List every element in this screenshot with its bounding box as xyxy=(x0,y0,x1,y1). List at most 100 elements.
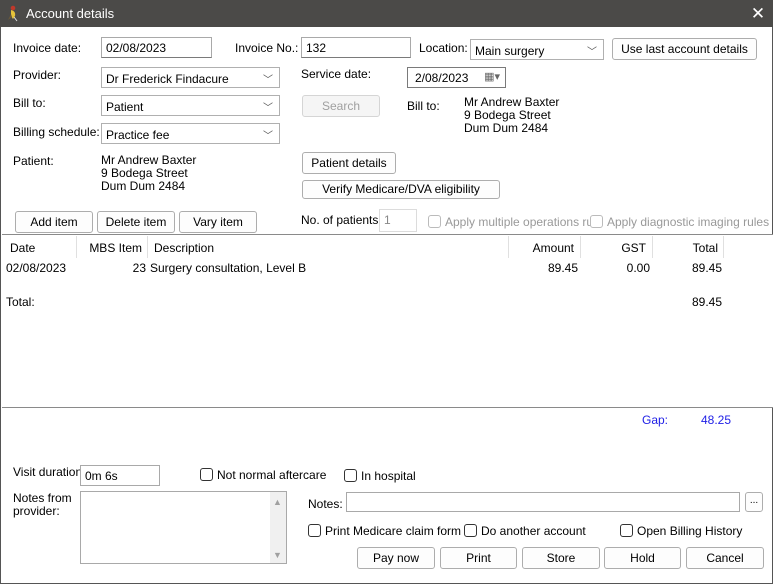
column-separator xyxy=(147,236,148,258)
search-button[interactable]: Search xyxy=(302,95,380,117)
total-value: 89.45 xyxy=(691,295,722,309)
chevron-down-icon: ﹀ xyxy=(263,75,273,86)
gap-value: 48.25 xyxy=(701,413,732,427)
scroll-up-icon[interactable]: ▲ xyxy=(273,497,282,507)
column-separator xyxy=(652,236,653,258)
bill-to-label: Bill to: xyxy=(13,96,46,110)
verify-medicare-dva-button[interactable]: Verify Medicare/DVA eligibility xyxy=(302,180,500,199)
account-details-window: Invoice date: 02/08/2023 Invoice No.: 13… xyxy=(0,27,773,584)
bill-to-select[interactable]: Patient ﹀ xyxy=(101,95,280,116)
cell-amount: 89.45 xyxy=(547,261,578,275)
notes-input[interactable] xyxy=(346,492,740,512)
print-medicare-claim-form-checkbox[interactable]: Print Medicare claim form xyxy=(308,524,461,538)
column-separator xyxy=(76,236,77,258)
bill-to-address: Mr Andrew Baxter 9 Bodega Street Dum Dum… xyxy=(464,96,559,135)
column-header-gst[interactable]: GST xyxy=(582,241,646,255)
notes-from-provider-label-line: provider: xyxy=(13,504,60,518)
column-header-total[interactable]: Total xyxy=(654,241,718,255)
checkbox-box xyxy=(620,524,633,537)
apply-multiple-operations-checkbox[interactable]: Apply multiple operations rule xyxy=(428,215,602,229)
no-of-patients-input[interactable]: 1 xyxy=(379,209,417,232)
chevron-down-icon: ﹀ xyxy=(263,103,273,114)
scrollbar[interactable]: ▲ ▼ xyxy=(270,492,286,563)
location-value: Main surgery xyxy=(475,44,545,58)
provider-value: Dr Frederick Findacure xyxy=(106,72,229,86)
invoice-date-label: Invoice date: xyxy=(13,41,82,55)
visit-duration-label: Visit duration: xyxy=(13,465,86,479)
bill-to-address-line: Dum Dum 2484 xyxy=(464,121,549,135)
app-bird-icon xyxy=(8,5,18,22)
not-normal-aftercare-checkbox[interactable]: Not normal aftercare xyxy=(200,468,326,482)
vary-item-button[interactable]: Vary item xyxy=(179,211,257,233)
chevron-down-icon: ﹀ xyxy=(587,47,597,58)
provider-label: Provider: xyxy=(13,68,62,82)
apply-diagnostic-imaging-label: Apply diagnostic imaging rules xyxy=(607,215,770,229)
checkbox-box xyxy=(464,524,477,537)
apply-multiple-operations-label: Apply multiple operations rule xyxy=(445,215,603,229)
open-billing-history-checkbox[interactable]: Open Billing History xyxy=(620,524,742,538)
column-header-amount[interactable]: Amount xyxy=(510,241,574,255)
open-billing-history-label: Open Billing History xyxy=(637,524,743,538)
provider-select[interactable]: Dr Frederick Findacure ﹀ xyxy=(101,67,280,88)
apply-diagnostic-imaging-checkbox[interactable]: Apply diagnostic imaging rules xyxy=(590,215,769,229)
notes-label: Notes: xyxy=(308,497,343,511)
notes-more-button[interactable]: ... xyxy=(745,492,763,512)
location-select[interactable]: Main surgery ﹀ xyxy=(470,39,604,60)
checkbox-box xyxy=(428,215,441,228)
no-of-patients-label: No. of patients: xyxy=(301,213,382,227)
do-another-account-checkbox[interactable]: Do another account xyxy=(464,524,586,538)
do-another-account-label: Do another account xyxy=(481,524,586,538)
items-grid[interactable]: Date MBS Item Description Amount GST Tot… xyxy=(2,234,773,408)
service-date-label: Service date: xyxy=(301,67,372,81)
store-button[interactable]: Store xyxy=(522,547,600,569)
visit-duration-input[interactable]: 0m 6s xyxy=(80,465,160,486)
print-medicare-claim-form-label: Print Medicare claim form xyxy=(325,524,462,538)
cell-gst: 0.00 xyxy=(626,261,650,275)
hold-button[interactable]: Hold xyxy=(604,547,681,569)
cell-date: 02/08/2023 xyxy=(6,261,67,275)
checkbox-box xyxy=(308,524,321,537)
cell-total: 89.45 xyxy=(691,261,722,275)
notes-from-provider-label: Notes from provider: xyxy=(13,492,72,518)
billing-schedule-label: Billing schedule: xyxy=(13,125,100,139)
column-header-mbs-item[interactable]: MBS Item xyxy=(78,241,142,255)
gap-label: Gap: xyxy=(642,413,669,427)
scroll-down-icon[interactable]: ▼ xyxy=(273,550,282,560)
add-item-button[interactable]: Add item xyxy=(15,211,93,233)
location-label: Location: xyxy=(419,41,468,55)
checkbox-box xyxy=(200,468,213,481)
column-separator xyxy=(580,236,581,258)
cell-mbs-item: 23 xyxy=(132,261,146,275)
patient-address: Mr Andrew Baxter 9 Bodega Street Dum Dum… xyxy=(101,154,196,193)
checkbox-box xyxy=(344,469,357,482)
print-button[interactable]: Print xyxy=(440,547,517,569)
patient-address-line: Dum Dum 2484 xyxy=(101,179,186,193)
in-hospital-label: In hospital xyxy=(361,469,416,483)
close-icon[interactable]: ✕ xyxy=(743,0,773,27)
invoice-no-input[interactable]: 132 xyxy=(301,37,411,58)
service-date-picker[interactable]: 2/08/2023 ▦▾ xyxy=(407,67,506,88)
title-bar: Account details ✕ xyxy=(0,0,773,27)
billing-schedule-select[interactable]: Practice fee ﹀ xyxy=(101,123,280,144)
column-header-description[interactable]: Description xyxy=(154,241,214,255)
bill-to-address-label: Bill to: xyxy=(407,99,440,113)
notes-from-provider-textarea[interactable]: ▲ ▼ xyxy=(80,491,287,564)
pay-now-button[interactable]: Pay now xyxy=(357,547,435,569)
chevron-down-icon: ﹀ xyxy=(263,131,273,142)
service-date-value: 2/08/2023 xyxy=(415,71,469,85)
checkbox-box xyxy=(590,215,603,228)
not-normal-aftercare-label: Not normal aftercare xyxy=(217,468,327,482)
column-header-date[interactable]: Date xyxy=(10,241,35,255)
calendar-dropdown-icon[interactable]: ▦▾ xyxy=(484,70,500,83)
cell-description: Surgery consultation, Level B xyxy=(150,261,307,275)
total-label: Total: xyxy=(6,295,35,309)
column-separator xyxy=(723,236,724,258)
delete-item-button[interactable]: Delete item xyxy=(97,211,175,233)
use-last-account-details-button[interactable]: Use last account details xyxy=(612,38,757,60)
billing-schedule-value: Practice fee xyxy=(106,128,170,142)
bill-to-value: Patient xyxy=(106,100,144,114)
cancel-button[interactable]: Cancel xyxy=(686,547,764,569)
patient-details-button[interactable]: Patient details xyxy=(302,152,396,174)
in-hospital-checkbox[interactable]: In hospital xyxy=(344,469,416,483)
invoice-date-input[interactable]: 02/08/2023 xyxy=(101,37,212,58)
